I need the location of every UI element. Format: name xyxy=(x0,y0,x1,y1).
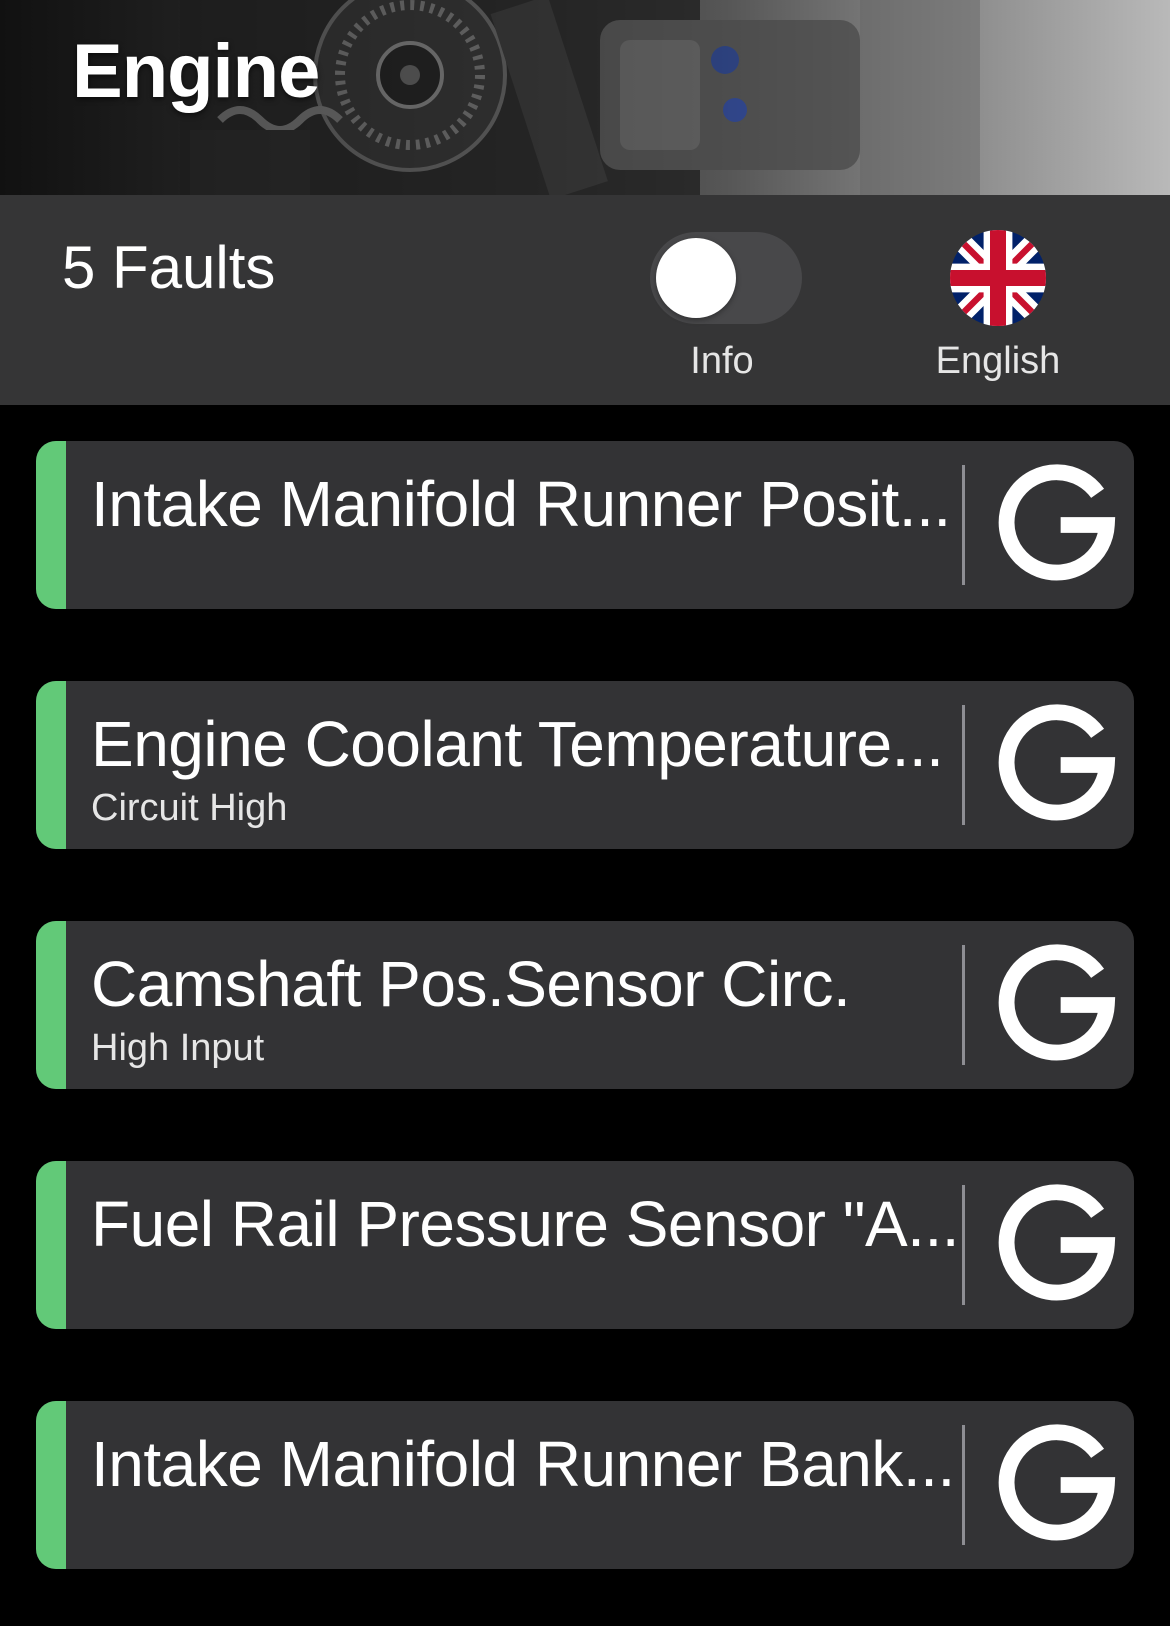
info-toggle[interactable] xyxy=(650,232,802,324)
divider xyxy=(962,1185,965,1305)
fault-status-indicator xyxy=(36,1401,66,1569)
divider xyxy=(962,465,965,585)
fault-card[interactable]: Intake Manifold Runner Bank... xyxy=(36,1401,1134,1569)
google-icon[interactable] xyxy=(992,1419,1124,1551)
fault-card[interactable]: Camshaft Pos.Sensor Circ. High Input xyxy=(36,921,1134,1089)
fault-card[interactable]: Engine Coolant Temperature... Circuit Hi… xyxy=(36,681,1134,849)
fault-card[interactable]: Fuel Rail Pressure Sensor "A... xyxy=(36,1161,1134,1329)
google-icon[interactable] xyxy=(992,459,1124,591)
fault-status-indicator xyxy=(36,681,66,849)
fault-count: 5 Faults xyxy=(62,234,276,301)
info-toggle-label: Info xyxy=(690,340,754,382)
fault-subtitle: Circuit High xyxy=(91,787,288,829)
divider xyxy=(962,705,965,825)
uk-flag-icon[interactable] xyxy=(950,230,1046,326)
divider xyxy=(962,945,965,1065)
fault-title: Intake Manifold Runner Bank... xyxy=(91,1428,955,1500)
fault-title: Camshaft Pos.Sensor Circ. xyxy=(91,948,851,1020)
fault-status-indicator xyxy=(36,441,66,609)
fault-card[interactable]: Intake Manifold Runner Posit... xyxy=(36,441,1134,609)
fault-title: Intake Manifold Runner Posit... xyxy=(91,468,951,540)
fault-subtitle: High Input xyxy=(91,1027,265,1069)
fault-status-indicator xyxy=(36,1161,66,1329)
google-icon[interactable] xyxy=(992,1179,1124,1311)
fault-status-indicator xyxy=(36,921,66,1089)
language-label: English xyxy=(935,340,1061,382)
header-banner: Engine xyxy=(0,0,1170,195)
toggle-knob xyxy=(656,238,736,318)
fault-title: Fuel Rail Pressure Sensor "A... xyxy=(91,1188,960,1260)
fault-title: Engine Coolant Temperature... xyxy=(91,708,944,780)
page-title: Engine xyxy=(72,29,320,114)
google-icon[interactable] xyxy=(992,699,1124,831)
status-bar: 5 Faults Info English xyxy=(0,195,1170,405)
divider xyxy=(962,1425,965,1545)
google-icon[interactable] xyxy=(992,939,1124,1071)
